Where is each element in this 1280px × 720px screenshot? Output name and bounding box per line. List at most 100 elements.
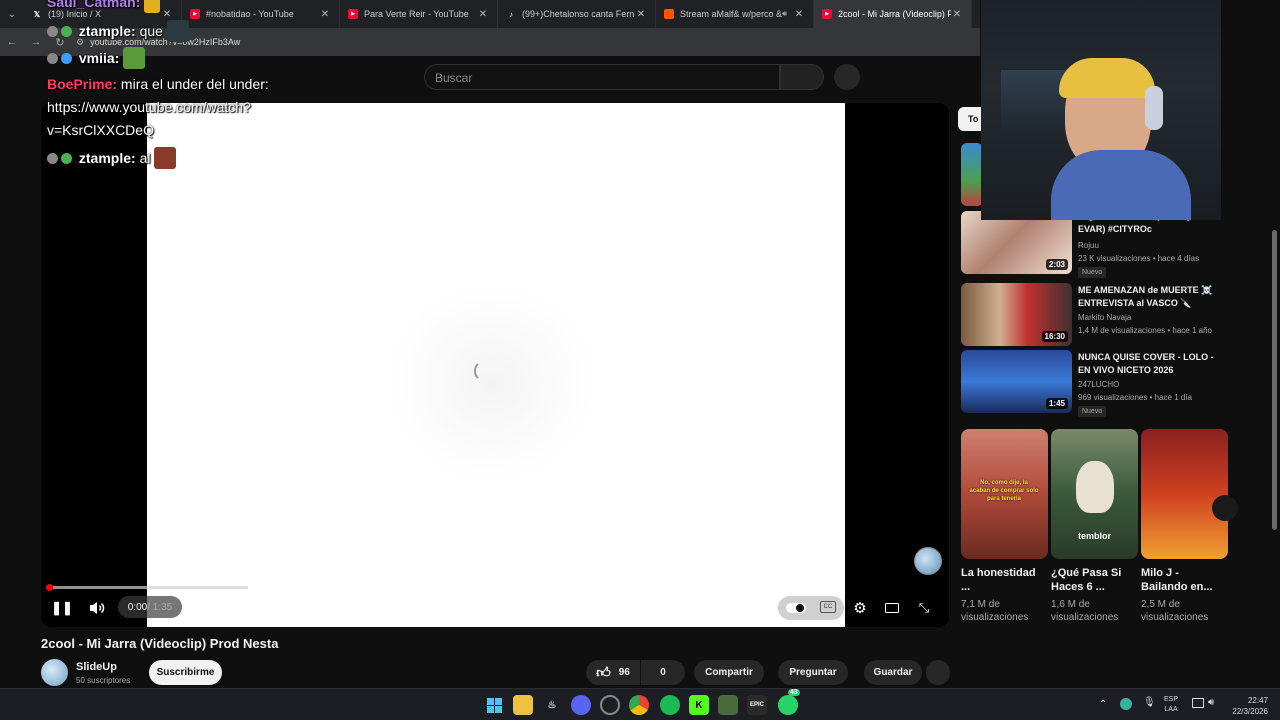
new-badge: Nuevo: [1078, 267, 1107, 278]
whatsapp-icon[interactable]: 43: [778, 689, 800, 715]
like-count: 96: [618, 667, 630, 678]
video-thumbnail[interactable]: 1:45: [961, 350, 1072, 413]
short-thumbnail[interactable]: No, como dije, la acaban de comprar solo…: [961, 429, 1048, 559]
tab-2cool-mi-jarra[interactable]: ▶ 2cool - Mi Jarra (Videoclip) Pro ✕: [814, 0, 972, 28]
channel-name[interactable]: SlideUp: [76, 661, 117, 673]
sidebar-video[interactable]: 1:45 NUNCA QUISE COVER - LOLO - EN VIVO …: [961, 350, 1261, 417]
tab-nobatidao[interactable]: ▶ #nobatidao - YouTube ✕: [182, 0, 340, 28]
chevron-up-icon[interactable]: ⌃: [1099, 699, 1107, 710]
chrome-icon[interactable]: [629, 695, 649, 715]
sidebar-video[interactable]: 2:03 Rojuu - ETERNAL (VIDEO) EVAR) #CITY…: [961, 211, 1261, 278]
video-thumbnail[interactable]: 16:30: [961, 283, 1072, 346]
short-thumbnail[interactable]: [1141, 429, 1228, 559]
language-indicator[interactable]: ESP LAA: [1164, 695, 1178, 715]
tab-label: 2cool - Mi Jarra (Videoclip) Pro: [838, 9, 951, 19]
discord-icon[interactable]: [571, 695, 591, 715]
headphones: [1145, 86, 1163, 130]
chat-badge-icon: [47, 53, 58, 64]
close-icon[interactable]: ✕: [793, 9, 805, 20]
volume-icon[interactable]: 🔊︎: [1208, 697, 1214, 708]
chat-message[interactable]: https://www.youtube.com/watch?: [47, 99, 251, 115]
fullscreen-icon[interactable]: ⤡: [914, 598, 934, 618]
save-button[interactable]: Guardar: [864, 660, 922, 685]
channel-watermark-icon[interactable]: [914, 547, 942, 575]
video-thumbnail[interactable]: 2:03: [961, 211, 1072, 274]
tab-para-verte-reir[interactable]: ▶ Para Verte Reir - YouTube ✕: [340, 0, 498, 28]
video-title[interactable]: ME AMENAZAN de MUERTE ☠️ ENTREVISTA al V…: [1078, 284, 1218, 310]
tab-label: Stream aMalf& w/perco &: [680, 9, 782, 19]
network-icon[interactable]: [1192, 698, 1204, 708]
settings-gear-icon[interactable]: ⚙: [850, 598, 870, 618]
forward-arrow-icon[interactable]: →: [24, 36, 48, 48]
tab-soundcloud[interactable]: Stream aMalf& w/perco & 🔊︎ ✕: [656, 0, 814, 28]
share-button[interactable]: Compartir: [694, 660, 764, 685]
close-icon[interactable]: ✕: [951, 9, 963, 20]
close-icon[interactable]: ✕: [635, 9, 647, 20]
progress-bar[interactable]: [49, 586, 845, 589]
channel-avatar[interactable]: [41, 659, 68, 686]
pause-button[interactable]: ❚❚: [51, 598, 73, 618]
next-arrow-button[interactable]: [1212, 495, 1238, 521]
like-button[interactable]: 👍︎ 96: [586, 660, 640, 685]
dislike-button[interactable]: 0: [641, 660, 685, 685]
steam-icon[interactable]: ♨: [542, 695, 562, 715]
video-player[interactable]: [41, 103, 949, 627]
back-arrow-icon[interactable]: ←: [0, 36, 24, 48]
spotify-icon[interactable]: [660, 695, 680, 715]
video-channel[interactable]: Rojuu: [1078, 241, 1099, 250]
autoplay-toggle[interactable]: [786, 603, 806, 613]
thumbs-up-icon: 👍︎: [596, 664, 611, 680]
close-icon[interactable]: ✕: [161, 9, 173, 20]
tray-app-icon[interactable]: [1120, 698, 1132, 710]
video-channel[interactable]: Markito Navaja: [1078, 313, 1131, 322]
short-title[interactable]: Milo J - Bailando en...: [1141, 566, 1227, 594]
chat-username: ztample:: [78, 23, 136, 39]
subtitles-icon[interactable]: CC: [820, 601, 836, 613]
tab-label: #nobatidao - YouTube: [206, 9, 294, 19]
chat-badge-icon: [47, 153, 58, 164]
time-display: 0:00 / 1:35: [118, 596, 182, 618]
tab-label: (99+)Chetalonso canta Fernet H: [522, 9, 635, 19]
tab-search-icon[interactable]: ⌄: [0, 0, 24, 28]
search-button[interactable]: [780, 64, 824, 90]
video-channel[interactable]: 247LUCHO: [1078, 380, 1119, 389]
system-clock[interactable]: 22:47 22/3/2026: [1224, 695, 1268, 717]
voice-search-button[interactable]: [834, 64, 860, 90]
windows-start-icon[interactable]: [484, 695, 504, 715]
minecraft-icon[interactable]: [718, 695, 738, 715]
new-badge: Nuevo: [1078, 406, 1107, 417]
close-icon[interactable]: ✕: [319, 9, 331, 20]
microphone-icon[interactable]: 🎙︎: [1143, 697, 1156, 708]
close-icon[interactable]: ✕: [477, 9, 489, 20]
subscribe-button[interactable]: Suscribirme: [149, 660, 222, 685]
duration-badge: 16:30: [1041, 331, 1068, 342]
current-time: 0:00: [127, 601, 148, 613]
theater-mode-icon[interactable]: [882, 598, 902, 618]
ask-button[interactable]: Preguntar: [778, 660, 848, 685]
chat-emote: [166, 20, 189, 42]
tab-label: Para Verte Reir - YouTube: [364, 9, 469, 19]
video-thumbnail[interactable]: [961, 143, 983, 206]
short-title[interactable]: La honestidad ...: [961, 566, 1047, 594]
speaker-icon[interactable]: 🔊︎: [782, 9, 787, 19]
kick-icon[interactable]: K: [689, 695, 709, 715]
search-input[interactable]: Buscar: [424, 64, 780, 90]
duration: / 1:35: [147, 601, 173, 613]
streamer-shirt: [1051, 150, 1191, 220]
short-thumbnail[interactable]: temblor: [1051, 429, 1138, 559]
video-title[interactable]: NUNCA QUISE COVER - LOLO - EN VIVO NICET…: [1078, 351, 1218, 377]
progress-scrubber[interactable]: [46, 584, 53, 591]
sidebar-video[interactable]: 16:30 ME AMENAZAN de MUERTE ☠️ ENTREVIST…: [961, 283, 1261, 347]
short-title[interactable]: ¿Qué Pasa Si Haces 6 ...: [1051, 566, 1137, 594]
epic-games-icon[interactable]: EPIC: [747, 695, 767, 715]
more-actions-button[interactable]: [926, 660, 950, 685]
page-scrollbar[interactable]: [1272, 230, 1277, 530]
notification-badge: 43: [788, 689, 800, 696]
obs-icon[interactable]: [600, 695, 620, 715]
chat-username: ztample:: [78, 150, 136, 166]
volume-button[interactable]: [86, 598, 108, 618]
chat-message[interactable]: v=KsrClXXCDeQ: [47, 122, 154, 138]
file-explorer-icon[interactable]: [513, 695, 533, 715]
tab-tiktok[interactable]: ♪ (99+)Chetalonso canta Fernet H ✕: [498, 0, 656, 28]
video-frame[interactable]: [147, 103, 845, 627]
